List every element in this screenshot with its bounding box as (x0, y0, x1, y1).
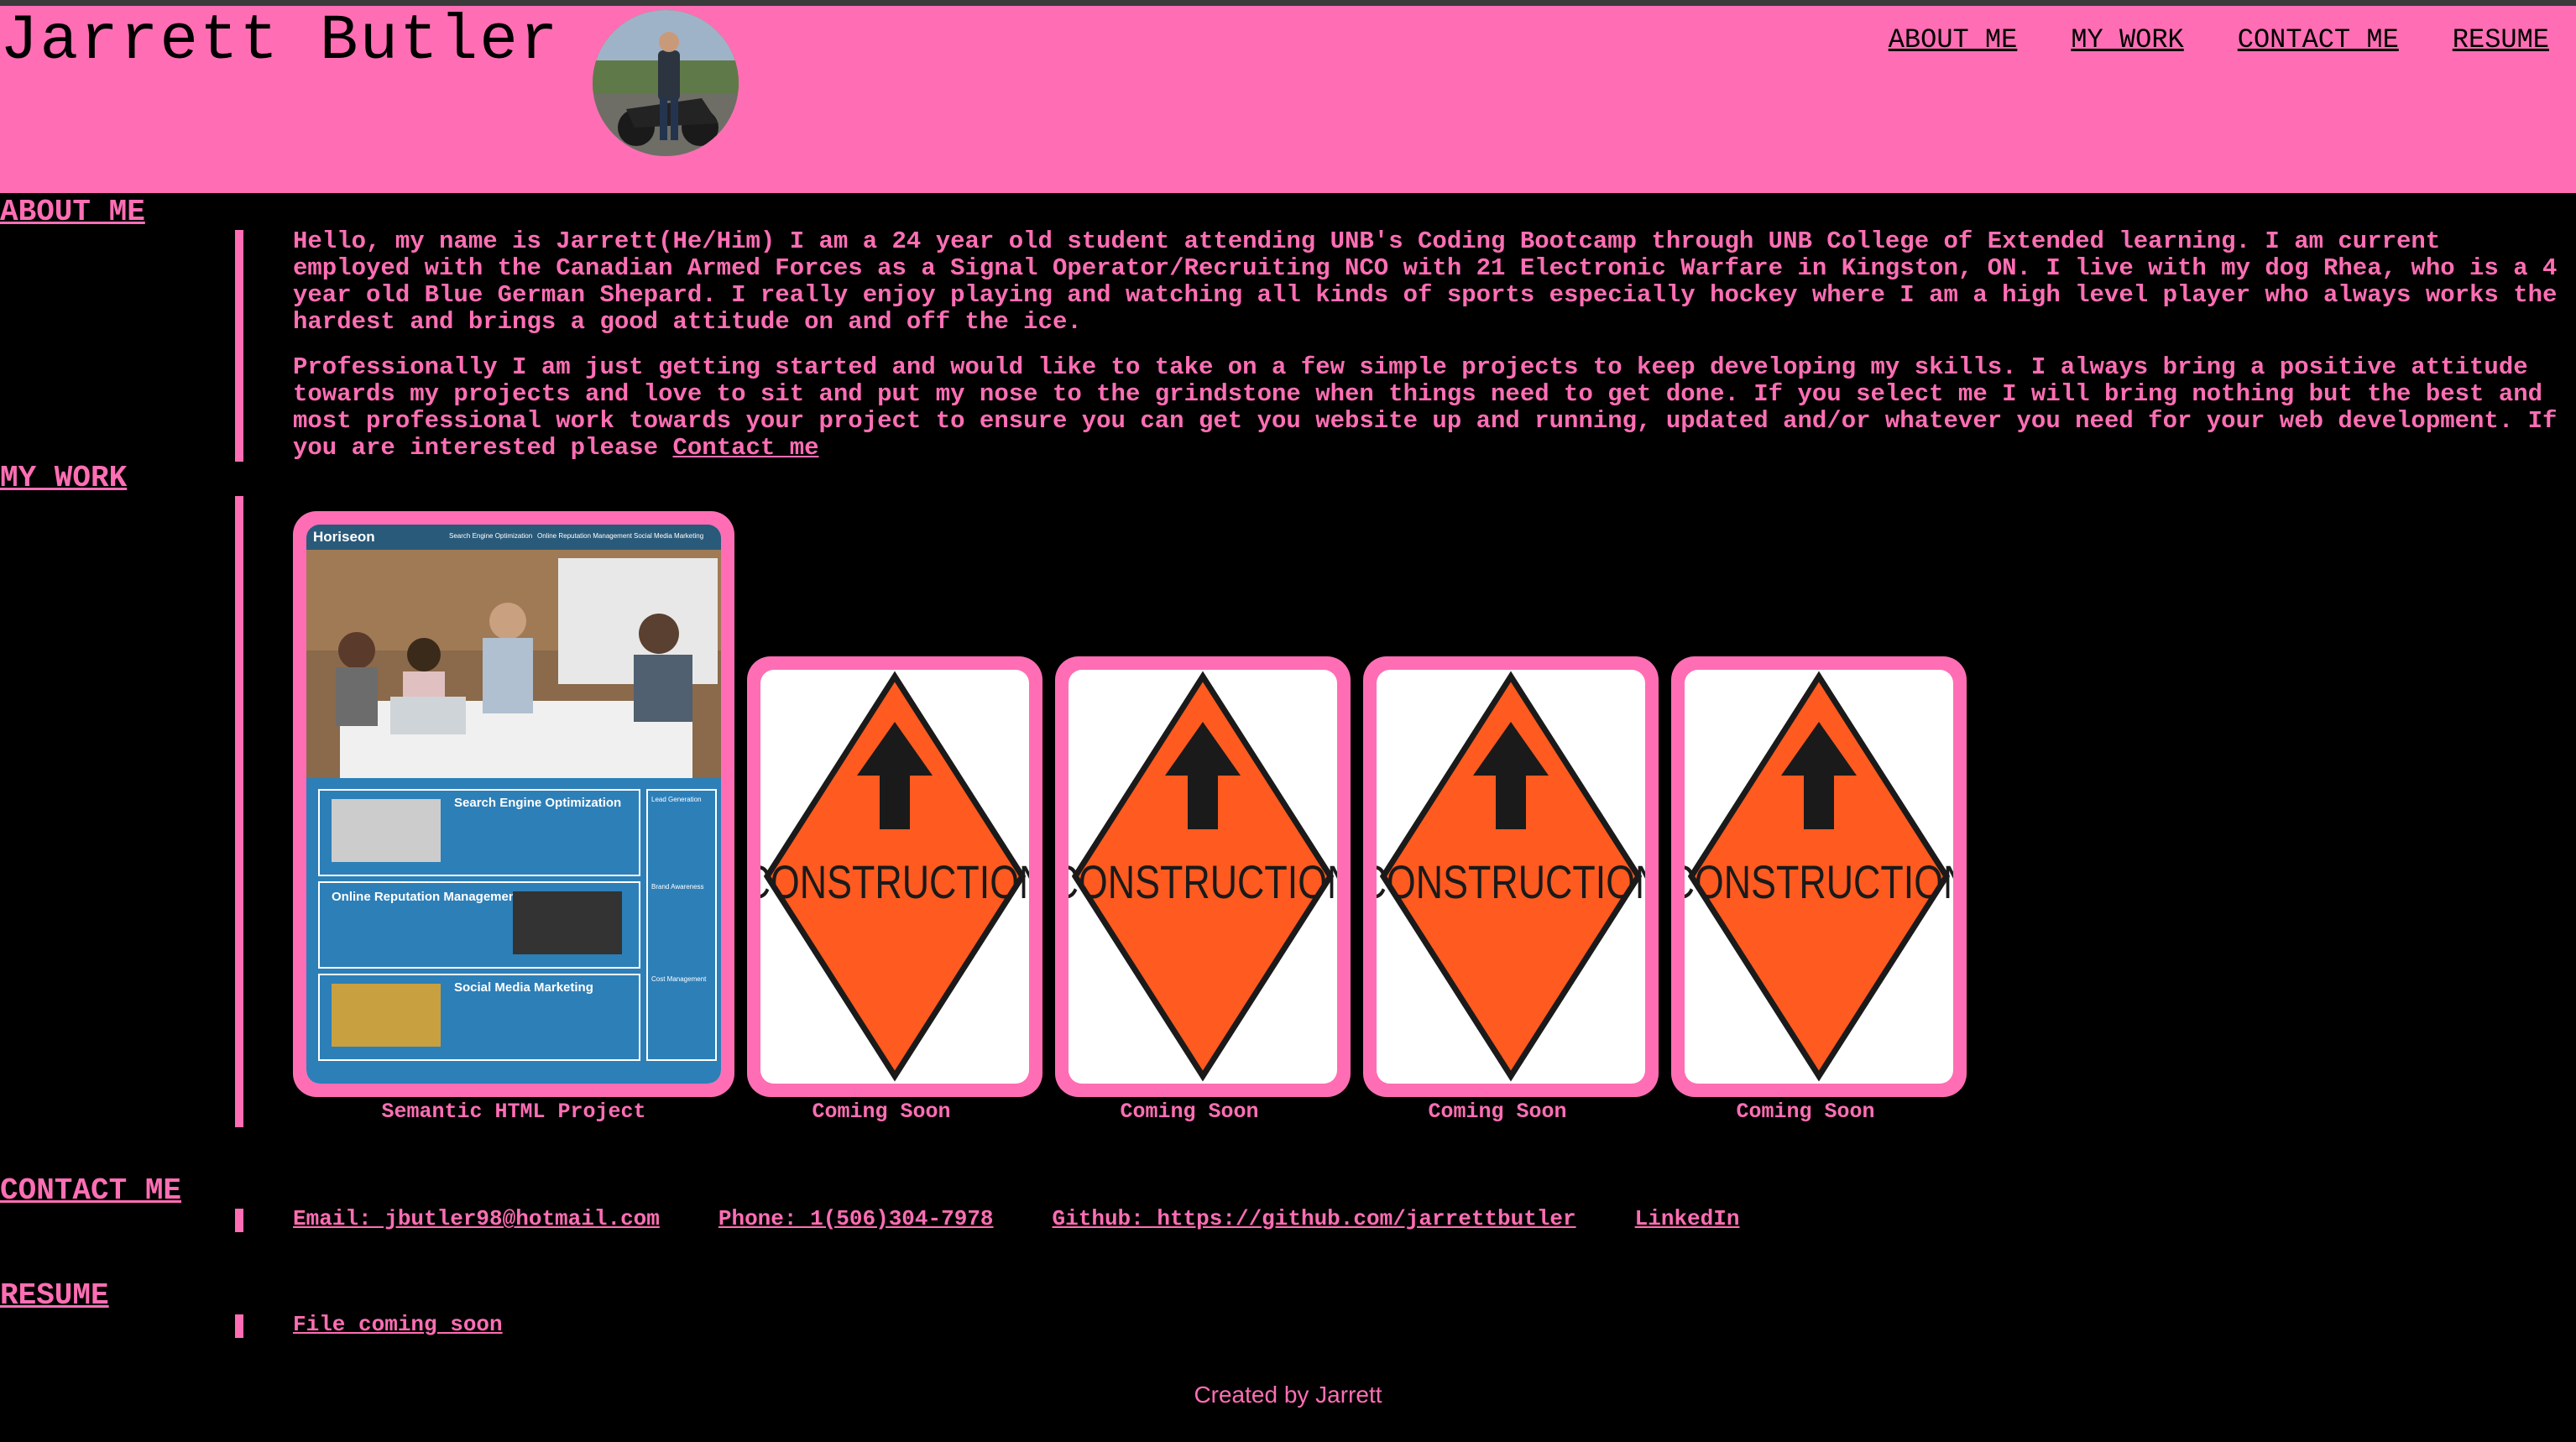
contact-heading: CONTACT ME (0, 1173, 182, 1208)
project-caption: Coming Soon (812, 1100, 951, 1124)
email-link[interactable]: Email: jbutler98@hotmail.com (293, 1206, 660, 1231)
nav-contact-me[interactable]: CONTACT ME (2238, 24, 2399, 55)
project-card-semantic-html[interactable]: Horiseon Search Engine Optimization Onli… (293, 511, 734, 1097)
hero-photo (306, 550, 721, 778)
about-text: Hello, my name is Jarrett(He/Him) I am a… (293, 228, 2563, 480)
my-work-heading: MY WORK (0, 461, 128, 495)
site-title: Jarrett Butler (0, 5, 560, 77)
mock-brand: Horiseon (313, 529, 375, 545)
main-nav: ABOUT ME MY WORK CONTACT ME RESUME (1889, 24, 2549, 55)
footer: Created by Jarrett (1194, 1382, 1382, 1408)
project-caption: Coming Soon (1120, 1100, 1259, 1124)
project-card-coming-soon[interactable]: CONSTRUCTION (1363, 656, 1659, 1097)
construction-sign-icon: CONSTRUCTION (760, 671, 1029, 1082)
resume-bar (235, 1314, 243, 1338)
svg-text:CONSTRUCTION: CONSTRUCTION (1069, 855, 1337, 908)
nav-about-me[interactable]: ABOUT ME (1889, 24, 2018, 55)
resume-file-link[interactable]: File coming soon (293, 1312, 503, 1337)
project-screenshot: Horiseon Search Engine Optimization Onli… (306, 525, 721, 1084)
construction-sign-icon: CONSTRUCTION (1685, 671, 1953, 1082)
contact-me-link[interactable]: Contact me (672, 434, 818, 462)
contact-bar (235, 1209, 243, 1232)
linkedin-link[interactable]: LinkedIn (1635, 1206, 1740, 1231)
svg-text:CONSTRUCTION: CONSTRUCTION (1377, 855, 1645, 908)
about-paragraph-2: Professionally I am just getting started… (293, 353, 2558, 462)
project-card-coming-soon[interactable]: CONSTRUCTION (1671, 656, 1967, 1097)
phone-link[interactable]: Phone: 1(506)304-7978 (718, 1206, 994, 1231)
about-heading: ABOUT ME (0, 195, 145, 229)
construction-sign-icon: CONSTRUCTION (1069, 671, 1337, 1082)
site-header: Jarrett Butler ABOUT ME MY WORK CONTACT … (0, 6, 2576, 193)
project-card-coming-soon[interactable]: CONSTRUCTION (1055, 656, 1351, 1097)
github-link[interactable]: Github: https://github.com/jarrettbutler (1053, 1206, 1576, 1231)
svg-text:CONSTRUCTION: CONSTRUCTION (1685, 855, 1953, 908)
project-caption: Semantic HTML Project (381, 1100, 646, 1124)
project-card-coming-soon[interactable]: CONSTRUCTION (747, 656, 1042, 1097)
resume-heading: RESUME (0, 1278, 109, 1313)
contact-links: Email: jbutler98@hotmail.com Phone: 1(50… (293, 1206, 1739, 1231)
nav-my-work[interactable]: MY WORK (2071, 24, 2183, 55)
svg-text:CONSTRUCTION: CONSTRUCTION (760, 855, 1029, 908)
about-paragraph-1: Hello, my name is Jarrett(He/Him) I am a… (293, 227, 2558, 336)
work-bar (235, 496, 243, 1127)
profile-photo (593, 10, 739, 156)
about-bar (235, 230, 243, 462)
project-caption: Coming Soon (1736, 1100, 1875, 1124)
nav-resume[interactable]: RESUME (2453, 24, 2549, 55)
construction-sign-icon: CONSTRUCTION (1377, 671, 1645, 1082)
project-caption: Coming Soon (1428, 1100, 1567, 1124)
